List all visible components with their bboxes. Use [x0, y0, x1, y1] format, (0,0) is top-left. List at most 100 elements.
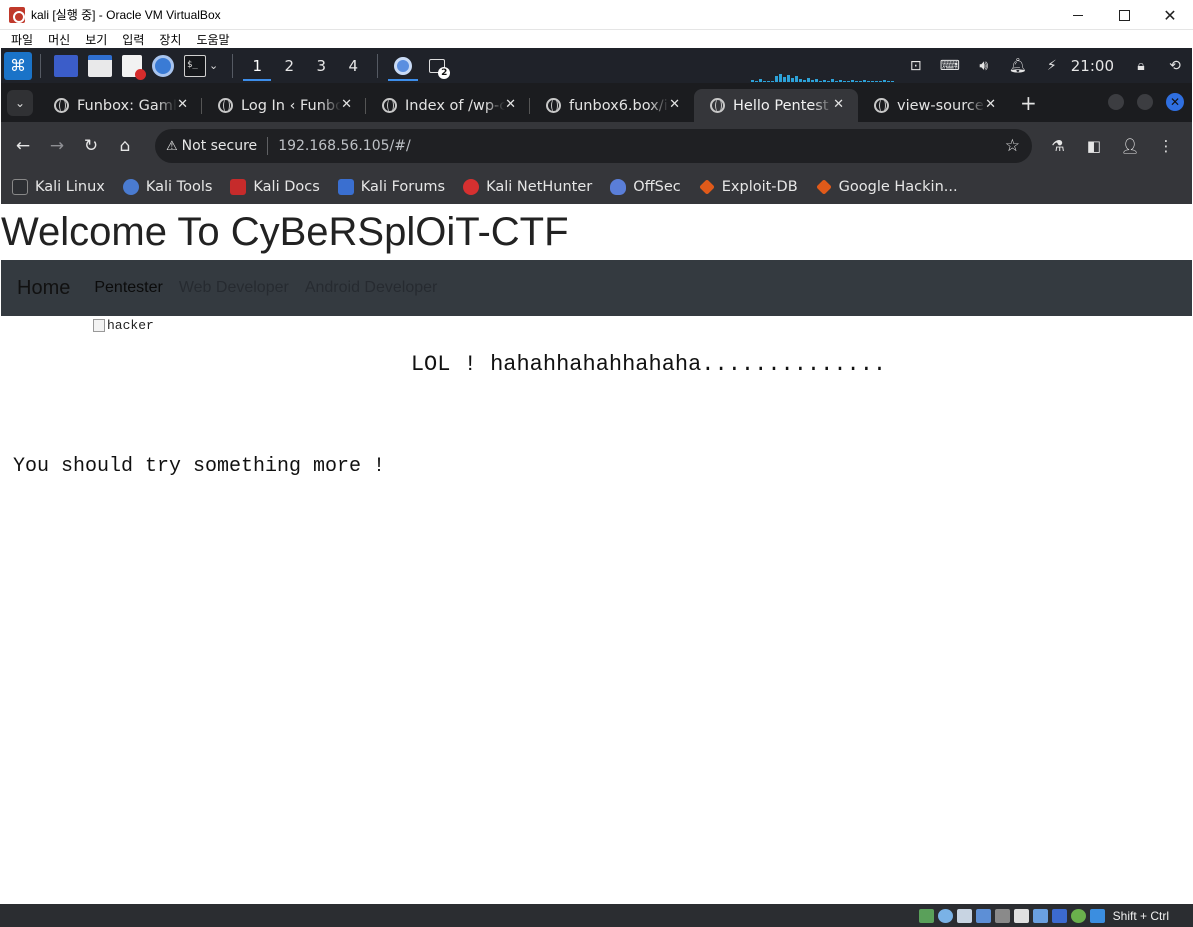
network-activity-graph [751, 74, 897, 82]
shared-folders-icon[interactable] [994, 908, 1010, 923]
chevron-down-icon[interactable]: ⌄ [209, 59, 218, 72]
nav-web-developer-link[interactable]: Web Developer [179, 279, 289, 297]
notifications-icon[interactable]: 🔔︎ [1009, 57, 1027, 75]
nethunter-icon [463, 179, 480, 195]
bookmark-label: Kali Forums [360, 179, 446, 195]
url-text[interactable]: 192.168.56.105/#/ [278, 138, 411, 154]
side-panel-icon[interactable]: ◧ [1076, 129, 1112, 163]
ghdb-icon [815, 179, 832, 195]
lock-icon[interactable]: 🔒︎ [1132, 57, 1150, 75]
network-adapter-icon[interactable] [956, 908, 972, 923]
keyboard-icon[interactable]: ⌨ [940, 57, 960, 75]
file-manager-icon[interactable] [88, 54, 112, 77]
bookmark-label: Google Hackin... [838, 179, 958, 195]
workspace-3[interactable]: 3 [305, 48, 337, 83]
tab-view-source[interactable]: view-source:1 ✕ [858, 89, 1010, 122]
maximize-button[interactable] [1101, 0, 1147, 30]
reload-button[interactable]: ↻ [74, 129, 108, 163]
close-tab-icon[interactable]: ✕ [341, 97, 352, 112]
tab-index-of[interactable]: Index of /wp-c ✕ [366, 89, 530, 122]
menu-file[interactable]: 파일 [11, 31, 33, 48]
show-desktop-icon[interactable] [54, 54, 78, 77]
tab-title: Index of /wp-c [405, 97, 505, 114]
clock[interactable]: 21:00 [1071, 57, 1114, 75]
network-icon[interactable]: ⊡ [907, 57, 925, 75]
mouse-integration-icon[interactable] [1089, 908, 1105, 923]
close-tab-icon[interactable]: ✕ [669, 97, 680, 112]
new-tab-button[interactable]: + [1020, 91, 1037, 115]
minimize-button[interactable] [1055, 0, 1101, 30]
maximize-window-button[interactable] [1137, 94, 1153, 110]
close-tab-icon[interactable]: ✕ [177, 97, 188, 112]
logout-icon[interactable]: ⟲ [1166, 57, 1184, 75]
labs-flask-icon[interactable]: ⚗ [1040, 129, 1076, 163]
text-editor-icon[interactable] [122, 54, 146, 80]
close-button[interactable]: ✕ [1147, 0, 1193, 30]
close-tab-icon[interactable]: ✕ [985, 97, 996, 112]
tab-funbox6[interactable]: funbox6.box/i ✕ [530, 89, 694, 122]
hard-disk-icon[interactable] [918, 908, 934, 923]
bookmark-label: OffSec [633, 179, 681, 195]
taskbar-chrome[interactable] [386, 48, 420, 83]
guest-additions-icon[interactable] [1070, 908, 1086, 923]
panel-tray: ⊡ ⌨ 🔊︎ 🔔︎ ⚡︎ 21:00 🔒︎ ⟲ [899, 48, 1192, 83]
minimize-window-button[interactable] [1108, 94, 1124, 110]
nav-pentester-link[interactable]: Pentester [94, 279, 162, 297]
lol-message: LOL ! hahahhahahhahaha.............. [410, 352, 887, 377]
panel-separator [40, 53, 41, 78]
bookmark-label: Exploit-DB [721, 179, 798, 195]
profile-icon[interactable]: 👤︎ [1112, 129, 1148, 163]
bookmark-star-icon[interactable]: ☆ [1005, 136, 1020, 156]
tab-hello-pentester[interactable]: Hello Pentest ✕ [694, 89, 858, 122]
usb-icon[interactable] [975, 908, 991, 923]
optical-drive-icon[interactable] [937, 908, 953, 923]
security-chip[interactable]: Not secure [182, 138, 258, 154]
menu-input[interactable]: 입력 [122, 31, 144, 48]
workspace-1[interactable]: 1 [241, 48, 273, 83]
tab-search-button[interactable]: ⌄ [7, 89, 33, 116]
bookmark-offsec[interactable]: OffSec [610, 179, 681, 195]
kali-forums-icon [337, 179, 354, 195]
bookmark-label: Kali Docs [253, 179, 320, 195]
kali-menu-icon[interactable]: ⌘ [4, 51, 32, 80]
close-tab-icon[interactable]: ✕ [833, 97, 844, 112]
menu-view[interactable]: 보기 [85, 31, 107, 48]
workspace-4[interactable]: 4 [337, 48, 369, 83]
volume-icon[interactable]: 🔊︎ [975, 57, 993, 75]
tab-title: Funbox: GamI [77, 97, 177, 114]
globe-icon [710, 98, 725, 113]
tab-funbox-game[interactable]: Funbox: GamI ✕ [38, 89, 202, 122]
recording-icon[interactable] [1032, 908, 1048, 923]
address-bar[interactable]: ⚠ Not secure 192.168.56.105/#/ ☆ [155, 129, 1032, 163]
bookmark-kali-tools[interactable]: Kali Tools [122, 179, 212, 195]
bookmark-kali-linux[interactable]: Kali Linux [12, 179, 105, 195]
bookmark-kali-forums[interactable]: Kali Forums [337, 179, 446, 195]
browser-toolbar: ← → ↻ ⌂ ⚠ Not secure 192.168.56.105/#/ ☆… [1, 122, 1192, 170]
menu-help[interactable]: 도움말 [196, 31, 229, 48]
back-button[interactable]: ← [6, 129, 40, 163]
bookmark-exploit-db[interactable]: Exploit-DB [698, 179, 798, 195]
menu-devices[interactable]: 장치 [159, 31, 181, 48]
nav-android-developer-link[interactable]: Android Developer [305, 279, 438, 297]
bookmark-kali-nethunter[interactable]: Kali NetHunter [463, 179, 592, 195]
kali-dragon-icon [12, 179, 28, 195]
terminal-launcher-icon[interactable]: $_ [184, 54, 206, 77]
nav-home-link[interactable]: Home [17, 277, 70, 300]
display-icon[interactable] [1013, 908, 1029, 923]
bookmark-kali-docs[interactable]: Kali Docs [230, 179, 320, 195]
bookmark-google-hacking[interactable]: Google Hackin... [815, 179, 958, 195]
virtualization-icon[interactable] [1051, 908, 1067, 923]
close-window-button[interactable]: ✕ [1166, 93, 1184, 111]
tab-login[interactable]: Log In ‹ Funbo ✕ [202, 89, 366, 122]
window-controls: ✕ [1055, 0, 1193, 30]
power-icon[interactable]: ⚡︎ [1043, 57, 1061, 75]
more-menu-icon[interactable]: ⋮ [1148, 129, 1184, 163]
workspace-2[interactable]: 2 [273, 48, 305, 83]
forward-button[interactable]: → [40, 129, 74, 163]
browser-launcher-icon[interactable] [152, 54, 174, 77]
close-tab-icon[interactable]: ✕ [505, 97, 516, 112]
menu-machine[interactable]: 머신 [48, 31, 70, 48]
home-button[interactable]: ⌂ [108, 129, 142, 163]
warning-icon[interactable]: ⚠ [166, 139, 178, 154]
taskbar-terminal[interactable]: 2 [420, 48, 454, 83]
